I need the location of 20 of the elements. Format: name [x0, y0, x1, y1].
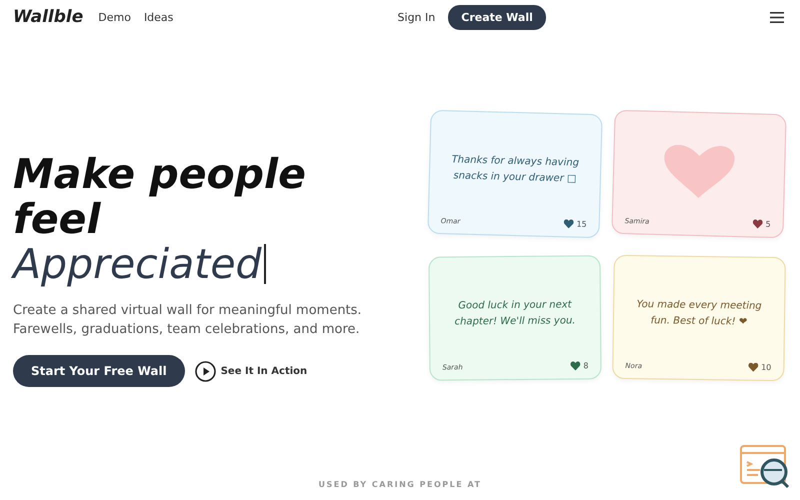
nav-link[interactable]: Ideas [144, 10, 174, 24]
card-message: You made every meeting fun. Best of luck! ❤ [636, 297, 763, 329]
hero-subtitle: Create a shared virtual wall for meaningful moments. Farewells, graduations, team celebrations, and more. [13, 302, 363, 339]
card-message: Good luck in your next chapter! We'll miss you. [454, 298, 576, 329]
like-count: 8 [583, 360, 588, 370]
start-wall-button[interactable]: Start Your Free Wall [13, 355, 185, 387]
hero-title: Make people feel Appreciated [13, 152, 307, 287]
nav-link[interactable]: Demo [98, 10, 131, 24]
like-count: 5 [766, 220, 771, 229]
create-wall-button[interactable]: Create Wall [448, 4, 546, 30]
window-search-icon[interactable] [740, 445, 790, 489]
like-count: 15 [576, 220, 587, 229]
logo[interactable]: Wallble [13, 7, 84, 27]
card-message: Thanks for always having snacks in your drawer □ [450, 152, 580, 186]
sign-in-link[interactable]: Sign In [398, 10, 436, 24]
play-icon [194, 360, 216, 382]
see-in-action-link[interactable]: See It In Action [194, 360, 308, 382]
used-by-caption: USED BY CARING PEOPLE AT [318, 480, 482, 489]
menu-icon[interactable] [770, 12, 784, 22]
like-count: 10 [761, 362, 772, 372]
